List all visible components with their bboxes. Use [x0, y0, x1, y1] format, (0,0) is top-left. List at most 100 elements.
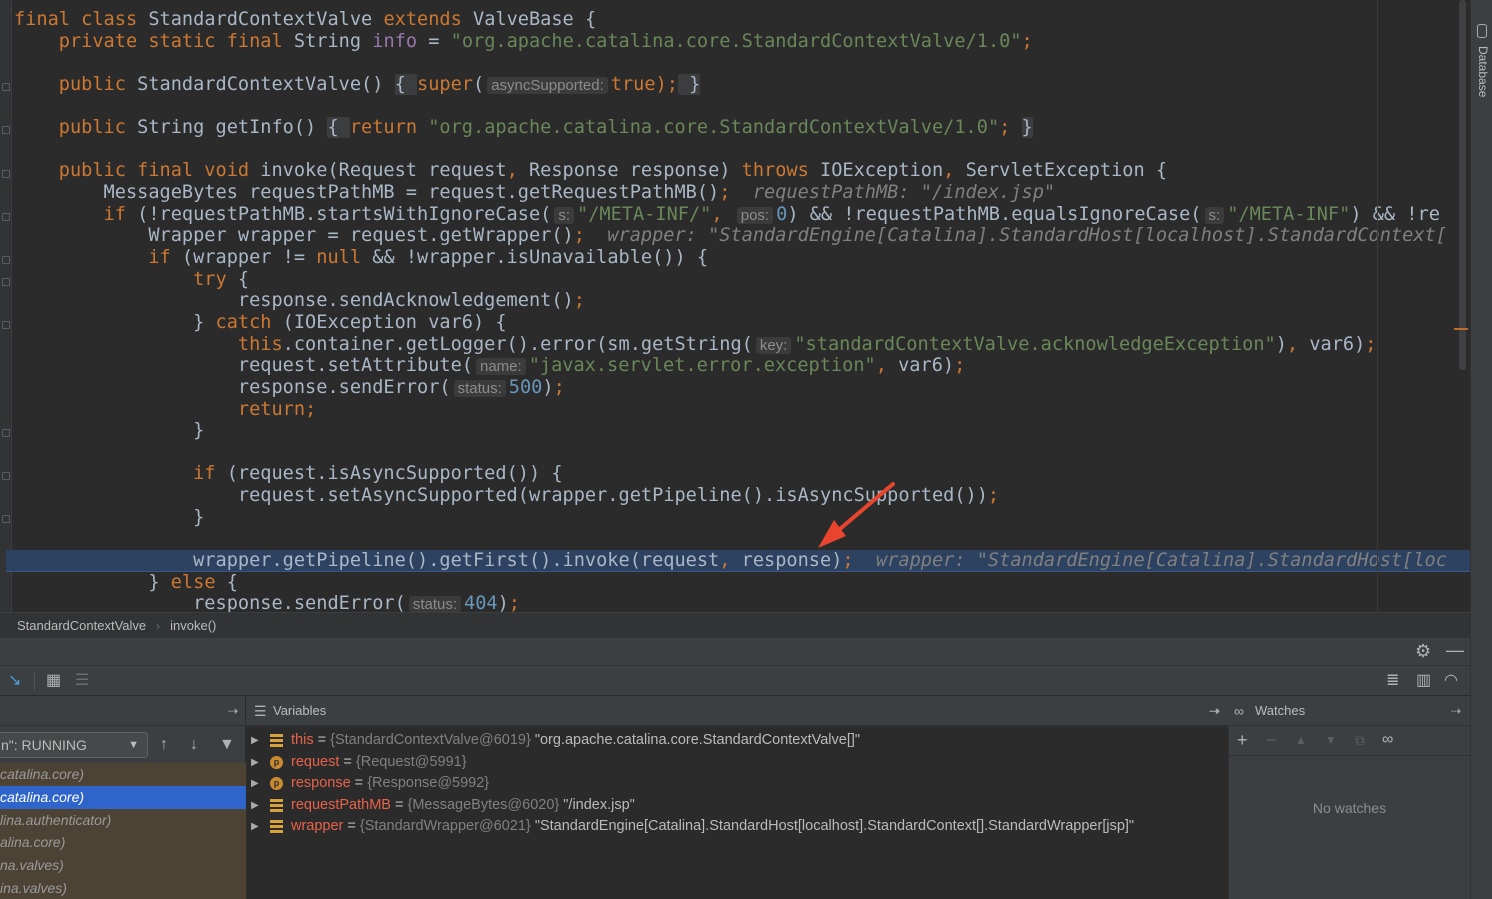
- add-watch-icon[interactable]: +: [1237, 731, 1248, 749]
- frame-item[interactable]: na.valves): [0, 854, 246, 877]
- code-line[interactable]: [14, 139, 1470, 161]
- pin-icon[interactable]: ⇢: [1209, 702, 1219, 720]
- code-line[interactable]: }: [14, 507, 1470, 529]
- layout-columns-icon[interactable]: ▥: [1416, 672, 1431, 690]
- code-token: "org.apache.catalina.core.StandardContex…: [428, 117, 1000, 139]
- code-line[interactable]: request.setAsyncSupported(wrapper.getPip…: [14, 485, 1470, 507]
- code-line[interactable]: this.container.getLogger().error(sm.getS…: [14, 334, 1470, 356]
- glasses-icon[interactable]: ∞: [1382, 731, 1393, 749]
- fold-marker[interactable]: [2, 170, 10, 178]
- remove-watch-icon[interactable]: −: [1266, 731, 1277, 749]
- trace-icon[interactable]: ☰: [75, 672, 89, 690]
- frame-item[interactable]: lina.authenticator): [0, 808, 246, 832]
- code-line[interactable]: if (!requestPathMB.startsWithIgnoreCase(…: [14, 204, 1470, 226]
- variable-row[interactable]: ▶ p response = {Response@5992}: [246, 773, 1229, 795]
- code-line[interactable]: response.sendError(status: 404);: [14, 593, 1470, 612]
- code-line[interactable]: final class StandardContextValve extends…: [14, 9, 1470, 31]
- gear-icon[interactable]: ⚙: [1415, 642, 1431, 660]
- code-token: {: [394, 73, 418, 95]
- code-token: request.setAsyncSupported(wrapper.getPip…: [14, 485, 988, 507]
- parameter-icon: p: [270, 777, 283, 791]
- frame-item[interactable]: alina.core): [0, 831, 246, 855]
- code-line[interactable]: response.sendError(status: 500);: [14, 377, 1470, 399]
- expand-triangle-icon[interactable]: ▶: [251, 773, 259, 795]
- error-stripe-marker[interactable]: [1454, 328, 1468, 330]
- code-token: .container.getLogger().error(sm.getStrin…: [282, 333, 753, 355]
- code-line[interactable]: if (wrapper != null && !wrapper.isUnavai…: [14, 247, 1470, 269]
- fold-marker[interactable]: [2, 126, 10, 134]
- evaluate-table-icon[interactable]: ▦: [46, 672, 61, 690]
- variables-title: Variables: [273, 703, 327, 718]
- code-line[interactable]: [14, 528, 1470, 550]
- code-token: }: [14, 311, 216, 333]
- arrow-down-icon[interactable]: ↓: [190, 736, 198, 754]
- debug-toolbar: ↘ ▦ ☰ ≣ ▥ ◠: [0, 666, 1470, 696]
- fold-marker[interactable]: [2, 429, 10, 437]
- code-editor[interactable]: final class StandardContextValve extends…: [0, 0, 1470, 612]
- code-line[interactable]: } catch (IOException var6) {: [14, 312, 1470, 334]
- variable-row[interactable]: ▶ this = {StandardContextValve@6019} "org…: [246, 730, 1229, 752]
- expand-triangle-icon[interactable]: ▶: [251, 816, 259, 838]
- code-token: ;: [842, 550, 854, 572]
- code-line[interactable]: public String getInfo() { return "org.ap…: [14, 117, 1470, 139]
- arrow-up-icon[interactable]: ↑: [160, 736, 168, 754]
- fold-marker[interactable]: [2, 321, 10, 329]
- code-line[interactable]: request.setAttribute(name: "javax.servlet…: [14, 355, 1470, 377]
- debug-header: ⚙ —: [0, 638, 1470, 666]
- expand-triangle-icon[interactable]: ▶: [251, 730, 259, 752]
- database-icon: [1477, 24, 1487, 38]
- variable-type: {StandardWrapper@6021}: [359, 818, 531, 835]
- move-down-icon[interactable]: ▼: [1325, 731, 1337, 749]
- expand-triangle-icon[interactable]: ▶: [251, 752, 259, 774]
- move-up-icon[interactable]: ▲: [1295, 731, 1307, 749]
- code-line[interactable]: [14, 52, 1470, 74]
- database-tool-tab[interactable]: Database: [1473, 22, 1491, 122]
- frame-item[interactable]: ina.valves): [0, 876, 246, 899]
- code-token: private static final: [14, 30, 294, 52]
- expand-triangle-icon[interactable]: ▶: [251, 795, 259, 817]
- breadcrumb-method[interactable]: invoke(): [170, 618, 216, 633]
- layout-list-icon[interactable]: ≣: [1386, 672, 1399, 690]
- thread-select[interactable]: n": RUNNING ▼: [0, 732, 148, 758]
- code-line[interactable]: MessageBytes requestPathMB = request.get…: [14, 182, 1470, 204]
- breadcrumb-class[interactable]: StandardContextValve: [17, 618, 146, 633]
- code-line[interactable]: } else {: [14, 572, 1470, 594]
- code-line[interactable]: public final void invoke(Request request…: [14, 160, 1470, 182]
- editor-gutter[interactable]: [0, 0, 12, 612]
- variable-row[interactable]: ▶ wrapper = {StandardWrapper@6021} "Stand…: [246, 816, 1229, 838]
- code-line[interactable]: public StandardContextValve() { super(as…: [14, 73, 1470, 96]
- pin-icon[interactable]: ⇢: [228, 702, 238, 720]
- editor-scrollbar[interactable]: [1459, 0, 1466, 370]
- minimize-icon[interactable]: —: [1446, 641, 1464, 659]
- fold-marker[interactable]: [2, 213, 10, 221]
- filter-icon[interactable]: ▼: [219, 736, 235, 754]
- frames-pane: ⇢ n": RUNNING ▼ ↑ ↓ ▼ catalina.core) cata…: [0, 696, 246, 899]
- code-line[interactable]: Wrapper wrapper = request.getWrapper(); …: [14, 225, 1470, 247]
- code-line[interactable]: try {: [14, 269, 1470, 291]
- execution-point-line[interactable]: wrapper.getPipeline().getFirst().invoke(…: [6, 550, 1470, 572]
- copy-icon[interactable]: ⧉: [1355, 731, 1365, 749]
- fold-marker[interactable]: [2, 278, 10, 286]
- code-line[interactable]: [14, 442, 1470, 464]
- code-token: response): [741, 550, 843, 572]
- code-line[interactable]: [14, 96, 1470, 118]
- fold-marker[interactable]: [2, 256, 10, 264]
- code-lines[interactable]: final class StandardContextValve extends…: [6, 9, 1470, 612]
- variable-row[interactable]: ▶ requestPathMB = {MessageBytes@6020} "/i…: [246, 795, 1229, 817]
- frame-item[interactable]: catalina.core): [0, 763, 246, 786]
- pin-icon[interactable]: ⇢: [1451, 702, 1461, 720]
- fold-marker[interactable]: [2, 472, 10, 480]
- fold-marker[interactable]: [2, 83, 10, 91]
- fold-marker[interactable]: [2, 515, 10, 523]
- code-line[interactable]: return;: [14, 399, 1470, 421]
- step-into-cursor-icon[interactable]: ↘: [8, 672, 21, 690]
- code-line[interactable]: }: [14, 420, 1470, 442]
- variable-row[interactable]: ▶ p request = {Request@5991}: [246, 752, 1229, 774]
- frame-item[interactable]: catalina.core): [0, 785, 246, 809]
- code-line[interactable]: if (request.isAsyncSupported()) {: [14, 463, 1470, 485]
- code-line[interactable]: private static final String info = "org.…: [14, 31, 1470, 53]
- code-line[interactable]: response.sendAcknowledgement();: [14, 290, 1470, 312]
- code-token: 404: [464, 593, 498, 612]
- speedometer-icon[interactable]: ◠: [1444, 672, 1458, 690]
- code-token: "/META-INF/": [577, 203, 712, 225]
